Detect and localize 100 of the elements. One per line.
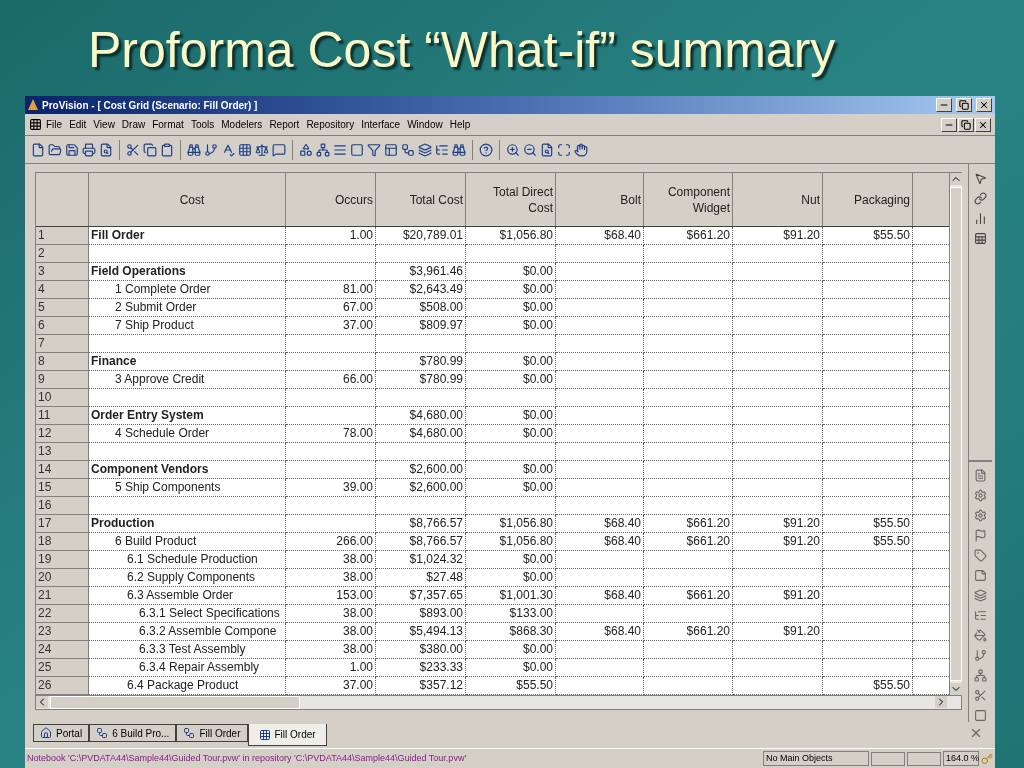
- minimize-button[interactable]: [936, 98, 952, 112]
- zoom-out-icon[interactable]: [523, 142, 537, 157]
- restore-button[interactable]: [956, 98, 972, 112]
- spellcheck-icon[interactable]: [221, 142, 235, 157]
- row-number[interactable]: 20: [36, 569, 89, 587]
- network-icon[interactable]: [316, 142, 330, 157]
- row-number[interactable]: 14: [36, 461, 89, 479]
- document-tab[interactable]: Fill Order: [247, 724, 327, 746]
- row-number[interactable]: 16: [36, 497, 89, 515]
- menu-item[interactable]: Draw: [118, 117, 149, 132]
- binoculars-icon[interactable]: [452, 142, 466, 157]
- menu-item[interactable]: Tools: [187, 117, 218, 132]
- lines-icon[interactable]: [333, 142, 347, 157]
- menu-item[interactable]: Help: [446, 117, 474, 132]
- row-number[interactable]: 7: [36, 335, 89, 353]
- column-header[interactable]: Occurs: [286, 173, 376, 226]
- scissors-icon[interactable]: [126, 142, 140, 157]
- note-icon[interactable]: [974, 569, 987, 582]
- tree-icon[interactable]: [974, 609, 987, 622]
- tag-icon[interactable]: [974, 549, 987, 562]
- printer-icon[interactable]: [82, 142, 96, 157]
- column-header[interactable]: Total Cost: [376, 173, 466, 226]
- flag-icon[interactable]: [974, 529, 987, 542]
- column-header[interactable]: Bolt: [556, 173, 644, 226]
- restore-button[interactable]: [958, 117, 974, 132]
- layout-icon[interactable]: [384, 142, 398, 157]
- row-number[interactable]: 15: [36, 479, 89, 497]
- file-icon[interactable]: [31, 142, 45, 157]
- branch-icon[interactable]: [974, 649, 987, 662]
- column-header[interactable]: Packaging: [823, 173, 913, 226]
- row-number[interactable]: 24: [36, 641, 89, 659]
- branch-icon[interactable]: [204, 142, 218, 157]
- menu-item[interactable]: Interface: [358, 117, 404, 132]
- row-number[interactable]: 23: [36, 623, 89, 641]
- gear-icon[interactable]: [974, 489, 987, 502]
- comment-icon[interactable]: [272, 142, 286, 157]
- save-icon[interactable]: [65, 142, 79, 157]
- horizontal-scrollbar[interactable]: [36, 695, 961, 709]
- row-number[interactable]: 17: [36, 515, 89, 533]
- square-icon[interactable]: [974, 709, 987, 722]
- menu-item[interactable]: Repository: [303, 117, 358, 132]
- document-tab[interactable]: Portal: [33, 724, 90, 742]
- row-number[interactable]: 22: [36, 605, 89, 623]
- workflow-icon[interactable]: [401, 142, 415, 157]
- menu-item[interactable]: File: [43, 117, 66, 132]
- print-preview-icon[interactable]: [99, 142, 113, 157]
- row-number[interactable]: 10: [36, 389, 89, 407]
- row-number[interactable]: 12: [36, 425, 89, 443]
- menu-item[interactable]: Edit: [66, 117, 90, 132]
- menu-item[interactable]: Window: [404, 117, 446, 132]
- fit-icon[interactable]: [557, 142, 571, 157]
- zoom-in-icon[interactable]: [506, 142, 520, 157]
- row-number[interactable]: 5: [36, 299, 89, 317]
- shapes-icon[interactable]: [299, 142, 313, 157]
- layers-icon[interactable]: [974, 589, 987, 602]
- document-tab[interactable]: 6 Build Pro...: [89, 724, 177, 742]
- row-number[interactable]: 6: [36, 317, 89, 335]
- gear-icon[interactable]: [974, 509, 987, 522]
- network-icon[interactable]: [974, 669, 987, 682]
- scroll-down-icon[interactable]: [950, 683, 962, 695]
- menu-item[interactable]: Report: [266, 117, 303, 132]
- row-number[interactable]: 19: [36, 551, 89, 569]
- scissors-icon[interactable]: [974, 689, 987, 702]
- row-number[interactable]: 4: [36, 281, 89, 299]
- help-icon[interactable]: [479, 142, 493, 157]
- column-header[interactable]: Nut: [733, 173, 823, 226]
- row-number[interactable]: 11: [36, 407, 89, 425]
- column-header[interactable]: Total Direct Cost: [466, 173, 556, 226]
- menu-item[interactable]: Modelers: [218, 117, 266, 132]
- row-number[interactable]: 25: [36, 659, 89, 677]
- folder-icon[interactable]: [48, 142, 62, 157]
- scale-icon[interactable]: [255, 142, 269, 157]
- row-number[interactable]: 26: [36, 677, 89, 695]
- binoculars-icon[interactable]: [187, 142, 201, 157]
- page-zoom-icon[interactable]: [540, 142, 554, 157]
- square-icon[interactable]: [350, 142, 364, 157]
- row-number[interactable]: 3: [36, 263, 89, 281]
- chart-icon[interactable]: [974, 212, 987, 225]
- clipboard-icon[interactable]: [160, 142, 174, 157]
- pointer-icon[interactable]: [974, 172, 987, 185]
- document-tab[interactable]: Fill Order: [176, 724, 248, 742]
- scroll-right-icon[interactable]: [935, 696, 947, 708]
- row-number[interactable]: 9: [36, 371, 89, 389]
- row-number[interactable]: 21: [36, 587, 89, 605]
- close-button[interactable]: [976, 98, 992, 112]
- copy-icon[interactable]: [143, 142, 157, 157]
- column-header[interactable]: Cost: [89, 173, 286, 226]
- scroll-thumb[interactable]: [50, 696, 300, 709]
- document-icon[interactable]: [974, 469, 987, 482]
- hand-icon[interactable]: [574, 142, 588, 157]
- column-header[interactable]: Component Widget: [644, 173, 733, 226]
- spreadsheet-icon[interactable]: [974, 232, 987, 245]
- filter-icon[interactable]: [367, 142, 381, 157]
- row-number[interactable]: 8: [36, 353, 89, 371]
- close-button[interactable]: [975, 117, 991, 132]
- row-number[interactable]: 2: [36, 245, 89, 263]
- scroll-up-icon[interactable]: [950, 173, 962, 185]
- row-number[interactable]: 18: [36, 533, 89, 551]
- minimize-button[interactable]: [941, 117, 957, 132]
- grid-icon[interactable]: [238, 142, 252, 157]
